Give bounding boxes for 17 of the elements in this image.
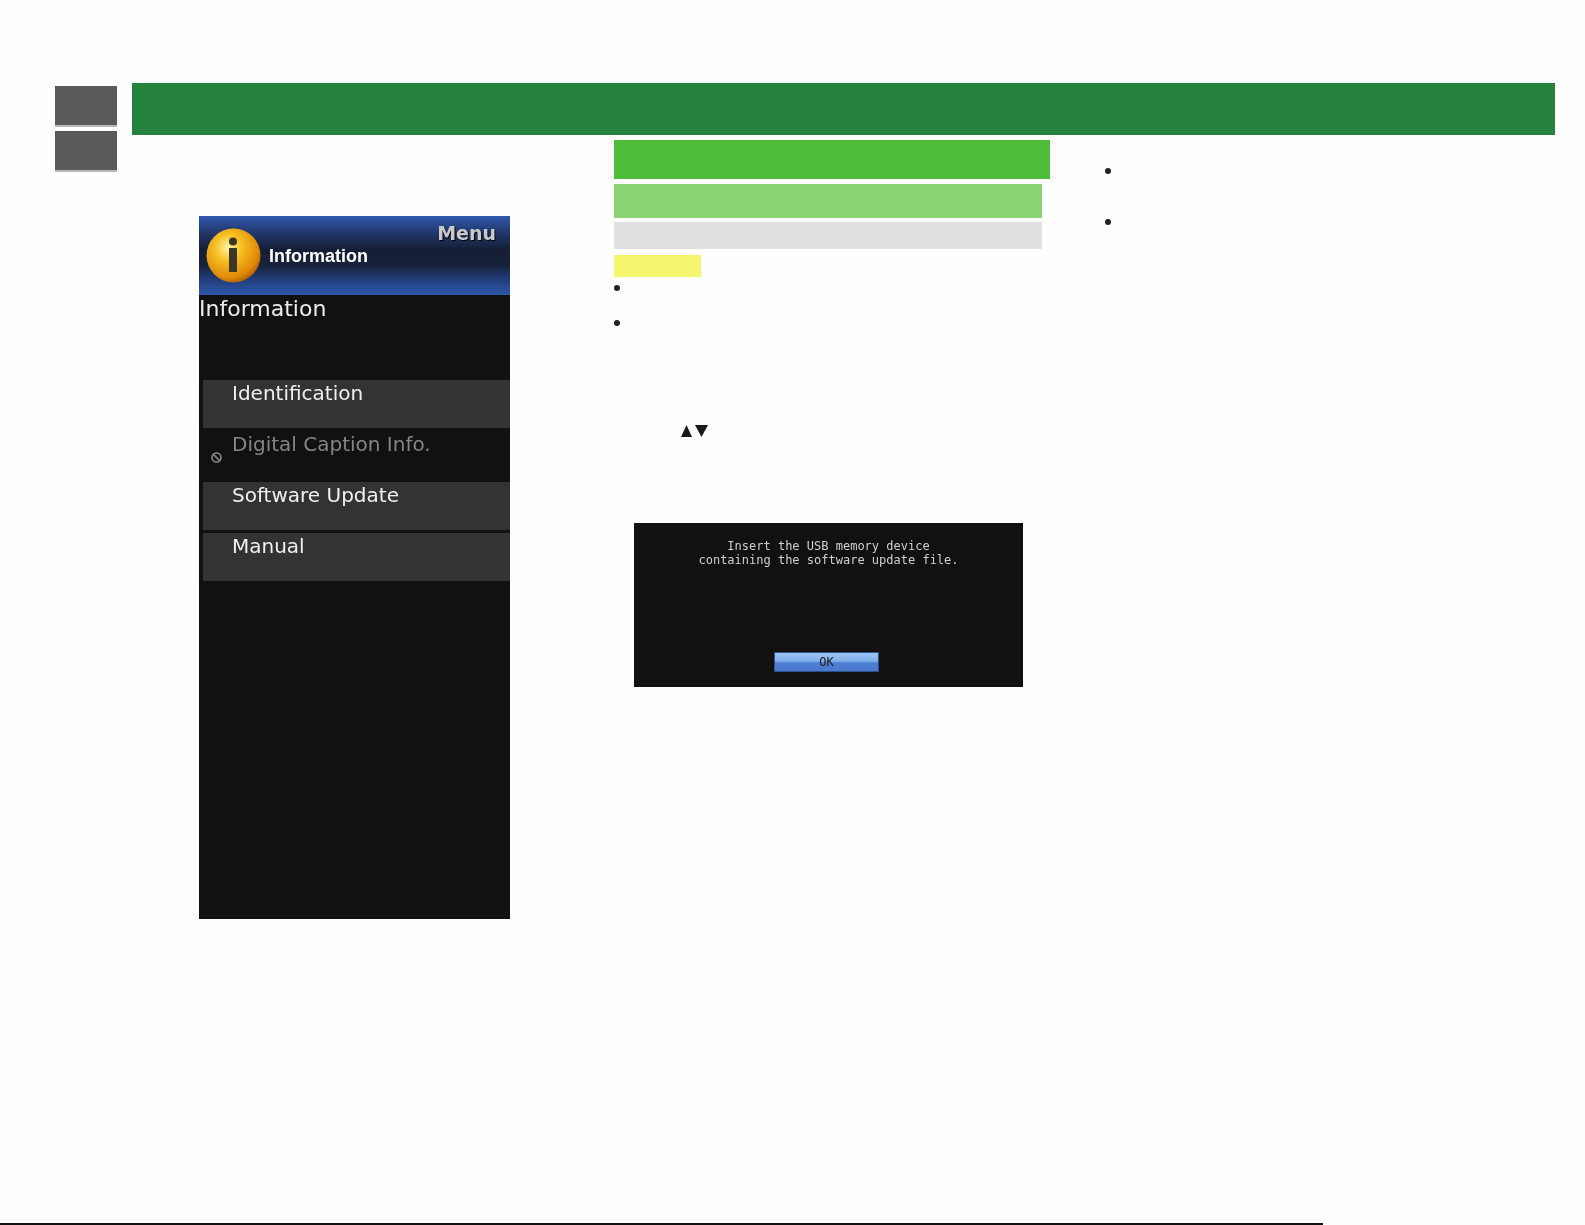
side-tab[interactable] [55, 86, 117, 127]
menu-label: Menu [437, 222, 496, 244]
bullet-icon [1105, 219, 1111, 225]
side-tab[interactable] [55, 131, 117, 172]
bullet-icon [1105, 168, 1111, 174]
bullet-icon [614, 320, 620, 326]
prohibited-icon [211, 452, 222, 463]
menu-item[interactable]: Software Update [203, 482, 510, 530]
bullet-icon [614, 285, 620, 291]
menu-subtitle: Information [199, 296, 327, 322]
menu-title: Information [269, 245, 369, 267]
menu-item[interactable]: Identification [203, 380, 510, 428]
up-down-arrows-icon [681, 425, 708, 437]
menu-item[interactable]: Manual [203, 533, 510, 581]
ok-button[interactable]: OK [774, 652, 879, 672]
dialog-message: Insert the USB memory device containing the software update file. [698, 539, 959, 567]
info-icon [206, 228, 261, 283]
